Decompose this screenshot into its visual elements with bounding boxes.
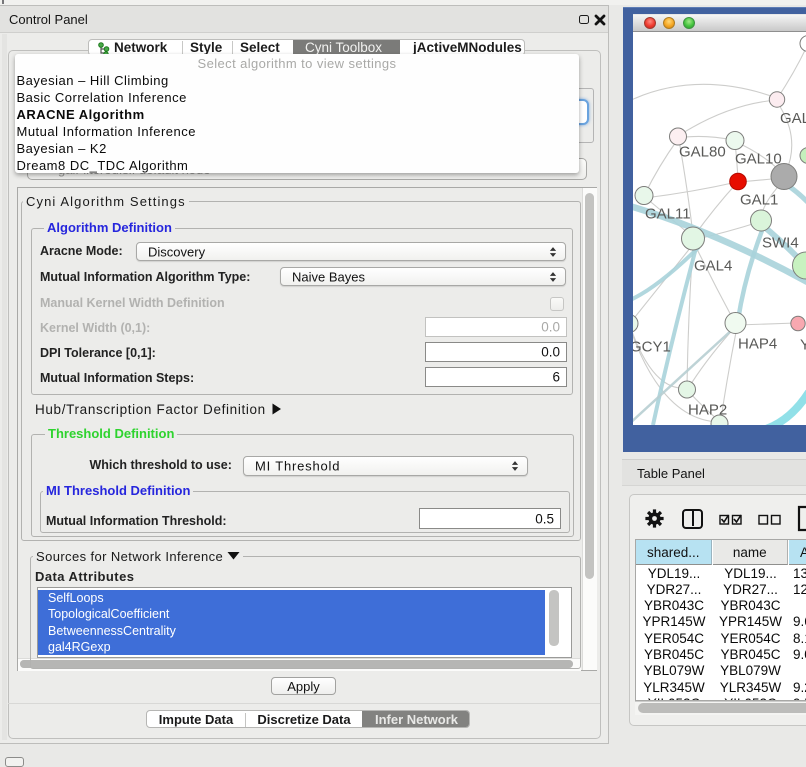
- svg-text:GAL1: GAL1: [740, 192, 778, 209]
- svg-text:GAL2: GAL2: [780, 110, 806, 127]
- svg-text:GAL80: GAL80: [679, 144, 726, 161]
- svg-text:HAP2: HAP2: [688, 402, 727, 419]
- svg-text:GAL10: GAL10: [735, 151, 782, 168]
- svg-text:HAP4: HAP4: [738, 336, 777, 353]
- svg-text:SWI4: SWI4: [762, 235, 799, 252]
- svg-text:GAL4: GAL4: [694, 258, 732, 275]
- svg-text:Y: Y: [800, 337, 806, 354]
- svg-text:GAL11: GAL11: [645, 206, 691, 223]
- svg-text:GCY1: GCY1: [633, 339, 671, 356]
